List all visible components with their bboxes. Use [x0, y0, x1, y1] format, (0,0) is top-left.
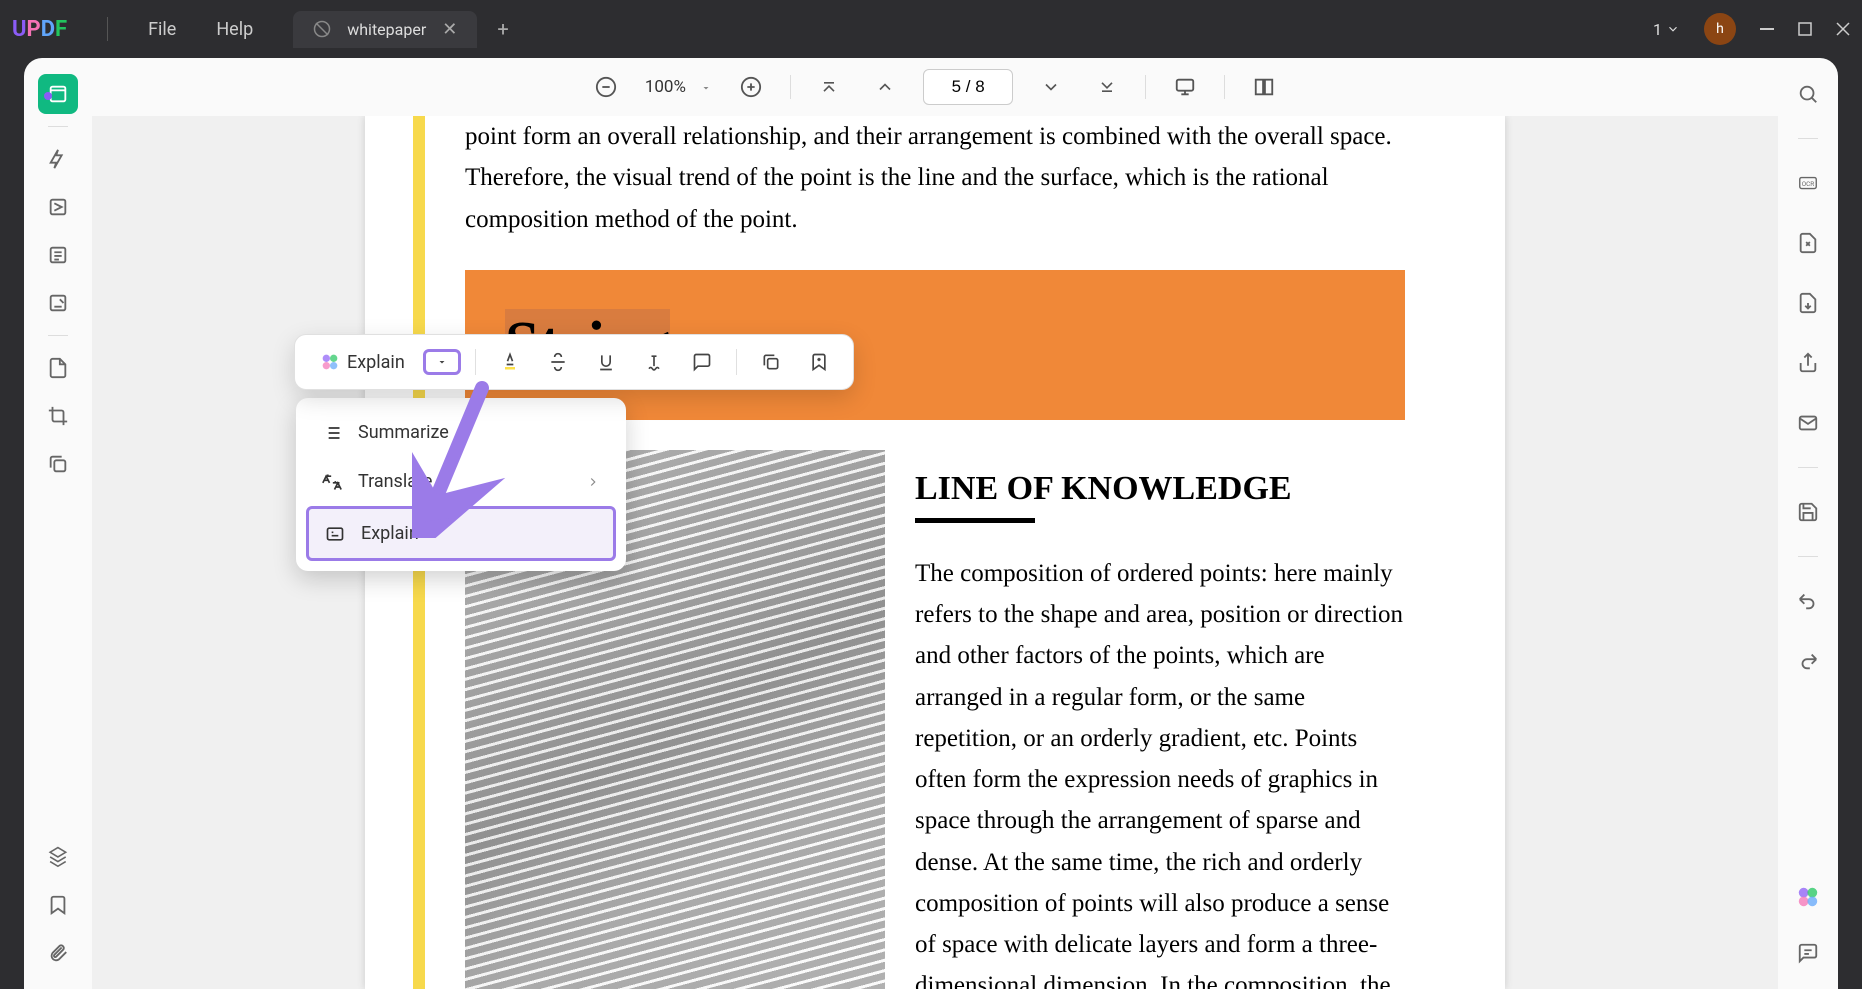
compress-button[interactable]: [1788, 223, 1828, 263]
heading-underline: [915, 518, 1035, 523]
presentation-button[interactable]: [1166, 72, 1204, 102]
menu-item-translate[interactable]: Translate: [306, 457, 616, 506]
underline-button[interactable]: [586, 344, 626, 380]
undo-button[interactable]: [1788, 581, 1828, 621]
new-tab-button[interactable]: +: [497, 17, 508, 41]
paragraph-text: The composition of ordered points: here …: [915, 553, 1405, 989]
separator: [1798, 556, 1818, 557]
right-sidebar: OCR: [1778, 58, 1838, 989]
highlighter-tool[interactable]: [38, 139, 78, 179]
menu-item-explain[interactable]: Explain: [306, 506, 616, 561]
title-bar: UPDF File Help whitepaper ✕ + 1 h: [0, 0, 1862, 58]
app-logo: UPDF: [12, 17, 67, 42]
outline-tool[interactable]: [38, 235, 78, 275]
separator: [48, 126, 68, 127]
separator: [736, 349, 737, 375]
chevron-right-icon: [586, 475, 600, 489]
menu-item-summarize[interactable]: Summarize: [306, 408, 616, 457]
explain-icon: [325, 524, 345, 544]
zoom-in-button[interactable]: [732, 72, 770, 102]
menu-help[interactable]: Help: [216, 19, 253, 40]
first-page-button[interactable]: [811, 73, 847, 101]
minimize-button[interactable]: [1760, 22, 1774, 36]
close-window-button[interactable]: [1836, 22, 1850, 36]
convert-button[interactable]: [1788, 283, 1828, 323]
app-frame: 100%: [24, 58, 1838, 989]
page-layout-button[interactable]: [1245, 72, 1283, 102]
zoom-out-button[interactable]: [587, 72, 625, 102]
separator: [48, 335, 68, 336]
annotate-tool[interactable]: [38, 187, 78, 227]
search-button[interactable]: [1788, 74, 1828, 114]
attachment-button[interactable]: [38, 933, 78, 973]
next-page-button[interactable]: [1033, 73, 1069, 101]
accent-indicator: [44, 92, 52, 100]
layers-button[interactable]: [38, 837, 78, 877]
tab-readonly-icon: [313, 20, 331, 38]
form-tool[interactable]: [38, 283, 78, 323]
share-button[interactable]: [1788, 343, 1828, 383]
document-tab[interactable]: whitepaper ✕: [293, 11, 477, 48]
ai-assistant-button[interactable]: [1788, 877, 1828, 917]
prev-page-button[interactable]: [867, 73, 903, 101]
ocr-button[interactable]: OCR: [1788, 163, 1828, 203]
separator: [1798, 467, 1818, 468]
explain-button[interactable]: Explain: [309, 343, 415, 381]
menu-file[interactable]: File: [148, 19, 176, 40]
bookmark-add-button[interactable]: [799, 344, 839, 380]
separator: [790, 75, 791, 99]
zoom-level-display[interactable]: 100%: [645, 77, 712, 97]
ai-icon: [319, 351, 341, 373]
separator: [475, 349, 476, 375]
maximize-button[interactable]: [1798, 22, 1812, 36]
redo-button[interactable]: [1788, 641, 1828, 681]
explain-label: Explain: [347, 352, 405, 373]
menu-label: Summarize: [358, 422, 449, 443]
translate-icon: [322, 472, 342, 492]
separator: [1145, 75, 1146, 99]
page-number-input[interactable]: [923, 69, 1013, 105]
crop-tool[interactable]: [38, 396, 78, 436]
menu-label: Translate: [358, 471, 432, 492]
selection-toolbar: Explain: [294, 334, 854, 390]
page-tool[interactable]: [38, 348, 78, 388]
comments-panel-button[interactable]: [1788, 933, 1828, 973]
last-page-button[interactable]: [1089, 73, 1125, 101]
list-icon: [322, 423, 342, 443]
section-heading: LINE OF KNOWLEDGE: [915, 470, 1405, 508]
separator: [1798, 138, 1818, 139]
svg-text:OCR: OCR: [1802, 180, 1815, 188]
ai-dropdown-menu: Summarize Translate Explain: [296, 398, 626, 571]
document-toolbar: 100%: [92, 58, 1778, 116]
squiggly-button[interactable]: [634, 344, 674, 380]
copy-tool[interactable]: [38, 444, 78, 484]
save-button[interactable]: [1788, 492, 1828, 532]
highlight-color-button[interactable]: [490, 344, 530, 380]
menu-label: Explain: [361, 523, 419, 544]
content-area: 100%: [92, 58, 1778, 989]
separator: [1224, 75, 1225, 99]
user-avatar[interactable]: h: [1704, 13, 1736, 45]
email-button[interactable]: [1788, 403, 1828, 443]
strikethrough-button[interactable]: [538, 344, 578, 380]
comment-button[interactable]: [682, 344, 722, 380]
tab-close-icon[interactable]: ✕: [442, 19, 457, 40]
left-sidebar: [24, 58, 92, 989]
tab-title: whitepaper: [347, 20, 426, 39]
notification-counter[interactable]: 1: [1653, 20, 1680, 39]
paragraph-text: point form an overall relationship, and …: [425, 116, 1445, 240]
copy-button[interactable]: [751, 344, 791, 380]
ai-dropdown-button[interactable]: [423, 349, 461, 375]
separator: [107, 17, 108, 41]
bookmark-button[interactable]: [38, 885, 78, 925]
